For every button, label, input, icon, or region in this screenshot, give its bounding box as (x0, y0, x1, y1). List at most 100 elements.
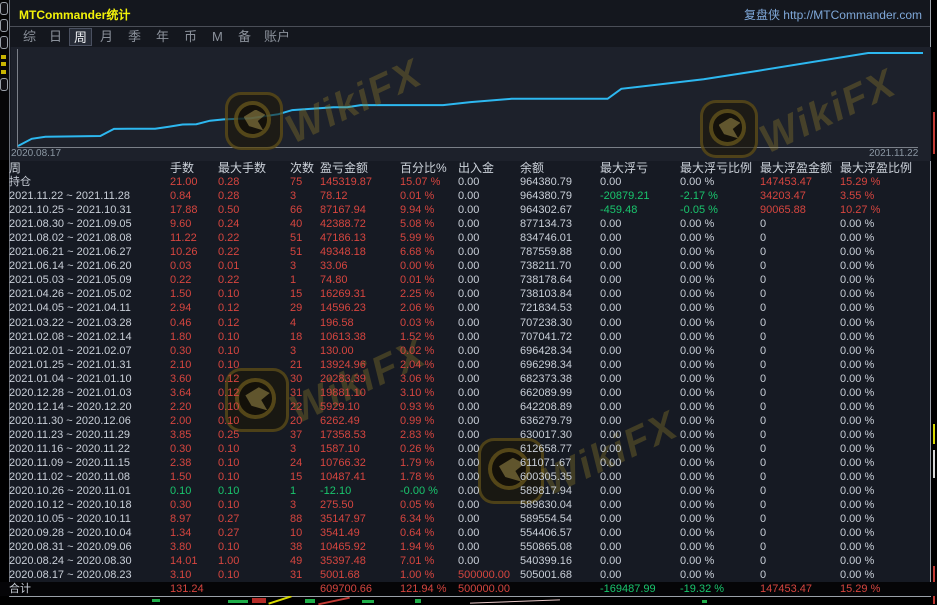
table-cell: 642208.89 (520, 400, 596, 414)
table-cell: 0.12 (218, 316, 286, 330)
table-row[interactable]: 2020.10.05 ~ 2020.10.118.970.278835147.9… (0, 512, 937, 526)
background-fragment (362, 600, 374, 603)
table-row[interactable]: 2020.08.24 ~ 2020.08.3014.011.004935397.… (0, 554, 937, 568)
table-cell: 0 (760, 217, 836, 231)
table-row[interactable]: 2020.12.14 ~ 2020.12.202.200.10225929.10… (0, 400, 937, 414)
table-row[interactable]: 2021.03.22 ~ 2021.03.280.460.124196.580.… (0, 316, 937, 330)
table-cell: 0.00 (600, 231, 676, 245)
table-row[interactable]: 2020.11.09 ~ 2020.11.152.380.102410766.3… (0, 456, 937, 470)
equity-chart: 2020.08.17 2021.11.22 (11, 47, 931, 161)
table-row[interactable]: 2021.08.02 ~ 2021.08.0811.220.225147186.… (0, 231, 937, 245)
table-cell: 1.94 % (400, 540, 454, 554)
table-cell: 589817.94 (520, 484, 596, 498)
equity-curve-line (18, 53, 923, 146)
table-row[interactable]: 2021.06.21 ~ 2021.06.2710.260.225149348.… (0, 245, 937, 259)
table-cell: 0.00 % (680, 442, 756, 456)
brand-link[interactable]: 复盘侠 http://MTCommander.com (744, 6, 922, 23)
table-cell: -20879.21 (600, 189, 676, 203)
table-cell: 0.00 (458, 189, 516, 203)
table-cell: 0.30 (170, 344, 214, 358)
title-bar: MTCommander统计 复盘侠 http://MTCommander.com (10, 0, 930, 27)
table-cell: 0.00 % (840, 301, 932, 315)
menu-item-账户[interactable]: 账户 (260, 28, 294, 46)
screen: MTCommander统计 复盘侠 http://MTCommander.com… (0, 0, 937, 604)
table-cell: 3.10 % (400, 386, 454, 400)
table-cell: 6262.49 (320, 414, 396, 428)
table-cell: 0.00 % (840, 231, 932, 245)
table-row[interactable]: 2021.11.22 ~ 2021.11.280.840.28378.120.0… (0, 189, 937, 203)
table-cell: 0.01 (218, 259, 286, 273)
menu-item-月[interactable]: 月 (96, 28, 117, 46)
background-fragment (1, 55, 6, 59)
table-cell: 9.94 % (400, 203, 454, 217)
table-row[interactable]: 2021.02.08 ~ 2021.02.141.800.101810613.3… (0, 330, 937, 344)
table-row[interactable]: 2021.04.05 ~ 2021.04.112.940.122914596.2… (0, 301, 937, 315)
table-row[interactable]: 2020.11.02 ~ 2020.11.081.500.101510487.4… (0, 470, 937, 484)
table-cell: 2021.08.30 ~ 2021.09.05 (9, 217, 166, 231)
table-row[interactable]: 2020.11.30 ~ 2020.12.062.000.10206262.49… (0, 414, 937, 428)
table-cell: 0.00 % (400, 259, 454, 273)
background-fragment (1, 62, 6, 66)
table-row[interactable]: 2020.10.26 ~ 2020.11.010.100.101-12.10-0… (0, 484, 937, 498)
menu-item-季[interactable]: 季 (124, 28, 145, 46)
menu-item-备[interactable]: 备 (234, 28, 255, 46)
table-cell: 14.01 (170, 554, 214, 568)
table-cell: 2.38 (170, 456, 214, 470)
table-cell: 3.55 % (840, 189, 932, 203)
table-row[interactable]: 2021.08.30 ~ 2021.09.059.600.244042388.7… (0, 217, 937, 231)
table-cell: 3.06 % (400, 372, 454, 386)
background-fragment (702, 600, 707, 603)
table-row[interactable]: 2020.09.28 ~ 2020.10.041.340.27103541.49… (0, 526, 937, 540)
table-cell: 10 (290, 526, 316, 540)
table-cell: 0.28 (218, 175, 286, 189)
table-cell: 612658.77 (520, 442, 596, 456)
table-row[interactable]: 2021.01.04 ~ 2021.01.103.600.123020283.3… (0, 372, 937, 386)
table-cell: 0 (760, 526, 836, 540)
table-cell: 0.00 % (840, 554, 932, 568)
menu-item-M[interactable]: M (208, 28, 227, 46)
table-row[interactable]: 2020.12.28 ~ 2021.01.033.640.123119881.1… (0, 386, 937, 400)
table-row[interactable]: 2021.06.14 ~ 2021.06.200.030.01333.060.0… (0, 259, 937, 273)
table-row[interactable]: 2021.10.25 ~ 2021.10.3117.880.506687167.… (0, 203, 937, 217)
table-row[interactable]: 2020.11.23 ~ 2020.11.293.850.253717358.5… (0, 428, 937, 442)
table-cell: 0 (760, 400, 836, 414)
table-cell: 最大手数 (218, 161, 286, 175)
table-cell: 0.00 % (680, 273, 756, 287)
table-cell: 7.01 % (400, 554, 454, 568)
table-row[interactable]: 2020.10.12 ~ 2020.10.180.300.103275.500.… (0, 498, 937, 512)
table-cell: 0.00 % (680, 231, 756, 245)
table-row[interactable]: 2021.01.25 ~ 2021.01.312.100.102113924.9… (0, 358, 937, 372)
table-cell: -0.05 % (680, 203, 756, 217)
table-row[interactable]: 2021.05.03 ~ 2021.05.090.220.22174.800.0… (0, 273, 937, 287)
menu-item-日[interactable]: 日 (45, 28, 66, 46)
table-cell: 738211.70 (520, 259, 596, 273)
table-cell: 707238.30 (520, 316, 596, 330)
table-header-row: 周手数最大手数次数盈亏金额百分比%出入金余额最大浮亏最大浮亏比例最大浮盈金额最大… (0, 161, 937, 175)
total-row[interactable]: 合计131.24609700.66121.94 %500000.00-16948… (0, 582, 937, 596)
table-row[interactable]: 2020.11.16 ~ 2020.11.220.300.1031587.100… (0, 442, 937, 456)
menu-item-年[interactable]: 年 (152, 28, 173, 46)
table-cell: 0.10 (218, 442, 286, 456)
table-cell: 2.06 % (400, 301, 454, 315)
table-cell: 0.50 (218, 203, 286, 217)
table-cell: 1.79 % (400, 456, 454, 470)
table-cell: 2021.06.14 ~ 2021.06.20 (9, 259, 166, 273)
menu-item-综[interactable]: 综 (19, 28, 40, 46)
table-row[interactable]: 2020.08.31 ~ 2020.09.063.800.103810465.9… (0, 540, 937, 554)
table-cell: 3.60 (170, 372, 214, 386)
menu-item-周[interactable]: 周 (69, 28, 92, 46)
menu-item-币[interactable]: 币 (180, 28, 201, 46)
table-row[interactable]: 2021.02.01 ~ 2021.02.070.300.103130.000.… (0, 344, 937, 358)
table-row[interactable]: 2021.04.26 ~ 2021.05.021.500.101516269.3… (0, 287, 937, 301)
table-cell: 10.27 % (840, 203, 932, 217)
table-cell: 0.00 % (840, 442, 932, 456)
table-cell: -0.00 % (400, 484, 454, 498)
holding-row[interactable]: 持仓21.000.2875145319.8715.07 %0.00964380.… (0, 175, 937, 189)
table-cell: 11.22 (170, 231, 214, 245)
table-row[interactable]: 2020.08.17 ~ 2020.08.233.100.10315001.68… (0, 568, 937, 582)
table-cell: 0 (760, 386, 836, 400)
table-cell: 0 (760, 498, 836, 512)
table-cell: 0 (760, 484, 836, 498)
table-cell: 0 (760, 540, 836, 554)
table-cell: 90065.88 (760, 203, 836, 217)
